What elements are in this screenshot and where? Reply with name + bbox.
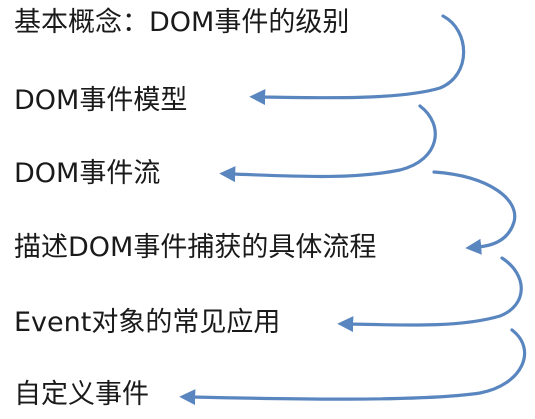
arrow-capture-to-event-object [337,256,523,333]
topic-event-capture-process: 描述DOM事件捕获的具体流程 [14,232,377,263]
topic-flow-diagram: 基本概念：DOM事件的级别 DOM事件模型 DOM事件流 描述DOM事件捕获的具… [0,0,535,419]
flow-arrows [179,14,527,406]
arrow-model-to-flow [219,104,437,183]
topic-event-object-usage: Event对象的常见应用 [14,307,281,338]
topic-dom-event-levels: 基本概念：DOM事件的级别 [14,7,350,38]
topic-dom-event-model: DOM事件模型 [14,85,188,116]
topic-custom-events: 自定义事件 [14,379,149,410]
topic-dom-event-flow: DOM事件流 [14,158,161,189]
arrow-flow-to-capture [432,170,517,255]
arrow-event-object-to-custom [179,328,527,406]
